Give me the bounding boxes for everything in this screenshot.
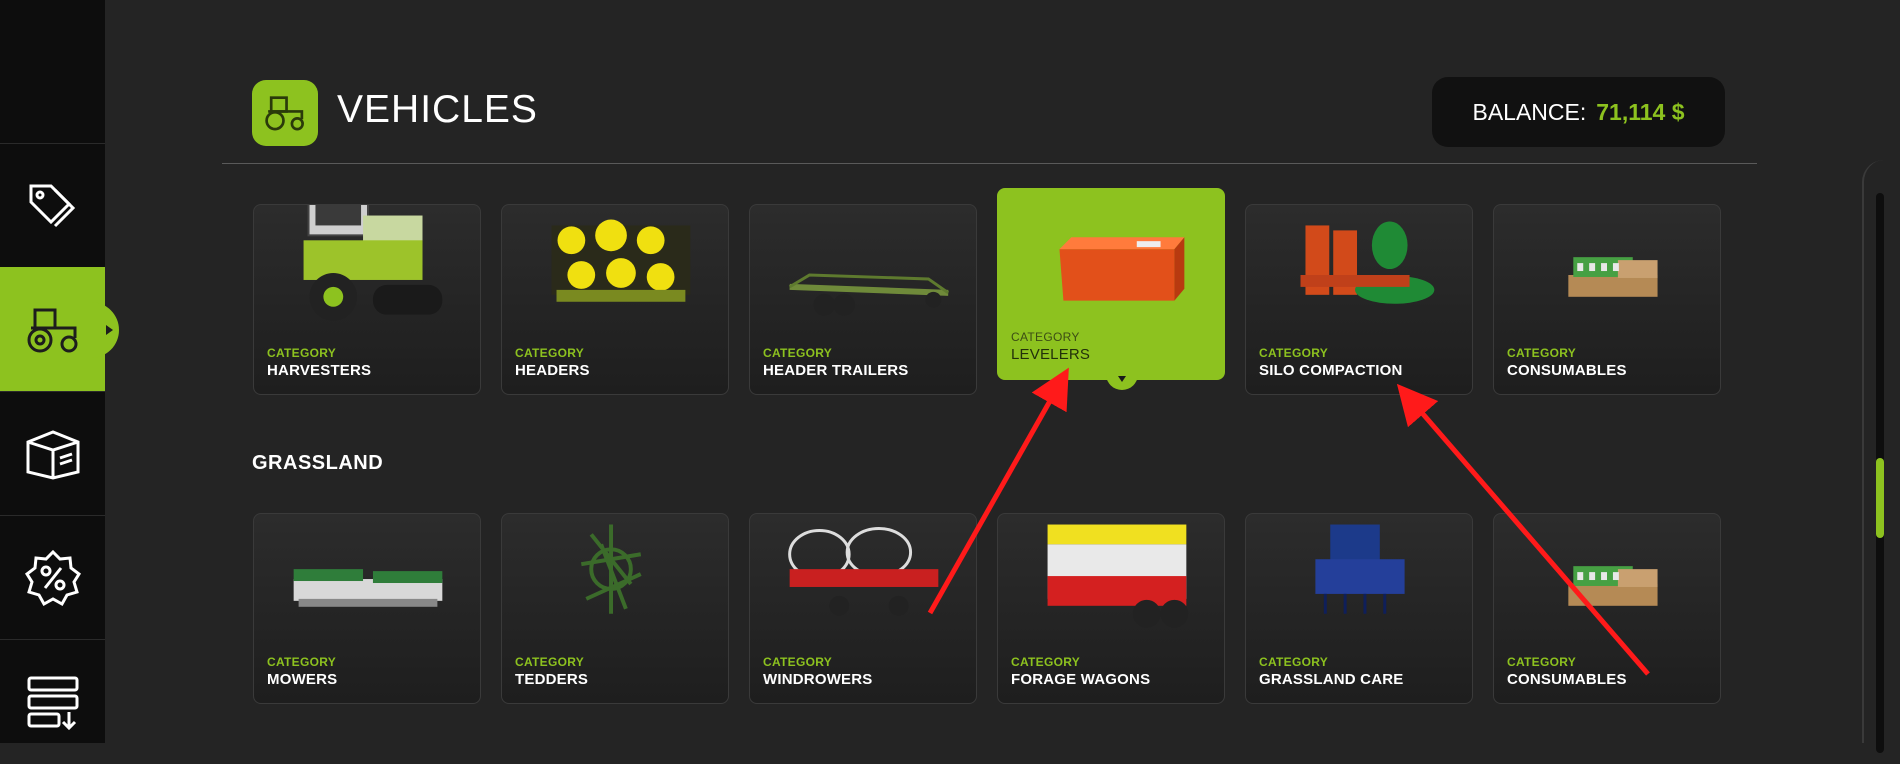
category-tile-tedders[interactable]: CATEGORY TEDDERS (501, 513, 729, 704)
tile-name: LEVELERS (1011, 346, 1091, 363)
tile-name: CONSUMABLES (1507, 362, 1627, 379)
leveler-image (1059, 237, 1185, 301)
tile-name: HEADERS (515, 362, 590, 379)
pallet-consumables-image (1568, 257, 1658, 297)
sidebar-item-vehicles[interactable] (0, 267, 119, 392)
tile-category-label: CATEGORY (515, 346, 585, 360)
header-divider (222, 163, 1757, 164)
tile-name: TEDDERS (515, 671, 589, 688)
balance-value: 71,114 $ (1596, 98, 1685, 125)
category-tile-grassland-care[interactable]: CATEGORY GRASSLAND CARE (1245, 513, 1473, 704)
sidebar-item-manage[interactable] (0, 639, 105, 764)
tile-category-label: CATEGORY (1507, 655, 1577, 669)
tile-name: CONSUMABLES (1507, 671, 1627, 688)
tile-category-label: CATEGORY (1011, 655, 1081, 669)
tedder-image (580, 524, 642, 614)
tile-name: HARVESTERS (267, 362, 372, 379)
category-tile-forage-wagons[interactable]: CATEGORY FORAGE WAGONS (997, 513, 1225, 704)
tractor-icon (27, 308, 77, 353)
grassland-care-image (1315, 524, 1405, 614)
tractor-icon (265, 96, 304, 131)
tile-name: HEADER TRAILERS (763, 362, 909, 379)
selected-indicator (1106, 372, 1138, 390)
tile-category-label: CATEGORY (1259, 346, 1329, 360)
windrower-image (788, 527, 939, 616)
tile-name: WINDROWERS (763, 671, 873, 688)
tile-category-label: CATEGORY (763, 655, 833, 669)
tile-name: MOWERS (267, 671, 338, 688)
tile-category-label: CATEGORY (267, 346, 337, 360)
category-tile-silo-compaction[interactable]: CATEGORY SILO COMPACTION (1245, 204, 1473, 395)
category-tile-consumables-grassland[interactable]: CATEGORY CONSUMABLES (1493, 513, 1721, 704)
page-title: VEHICLES (337, 88, 538, 131)
price-tags-icon (29, 184, 75, 228)
sidebar-item-prices[interactable] (0, 143, 105, 268)
balance-display: BALANCE: 71,114 $ (1432, 77, 1725, 147)
tile-category-label: CATEGORY (1011, 330, 1080, 344)
section-title-grassland: GRASSLAND (252, 452, 384, 474)
category-tile-consumables[interactable]: CATEGORY CONSUMABLES (1493, 204, 1721, 395)
pallet-consumables-image (1568, 566, 1658, 606)
harvester-image (303, 205, 443, 321)
category-tile-headers[interactable]: CATEGORY HEADERS (501, 204, 729, 395)
list-download-icon (27, 676, 78, 730)
sidebar-item-sales[interactable] (0, 515, 105, 640)
percent-badge-icon (24, 549, 81, 607)
tile-name: SILO COMPACTION (1259, 362, 1403, 379)
category-tile-windrowers[interactable]: CATEGORY WINDROWERS (749, 513, 977, 704)
silo-compactor-image (1300, 221, 1435, 304)
tile-category-label: CATEGORY (763, 346, 833, 360)
tile-category-label: CATEGORY (515, 655, 585, 669)
tile-category-label: CATEGORY (1259, 655, 1329, 669)
category-tile-harvesters[interactable]: CATEGORY HARVESTERS (253, 204, 481, 395)
caret-right-icon (106, 325, 113, 335)
sidebar (0, 0, 119, 743)
header-attachment-image (551, 219, 691, 302)
tile-category-label: CATEGORY (1507, 346, 1577, 360)
tile-name: FORAGE WAGONS (1011, 671, 1151, 688)
box-icon (26, 430, 79, 480)
forage-wagon-image (1047, 524, 1189, 628)
header-trailer-image (788, 273, 950, 316)
mower-image (293, 569, 443, 607)
category-tile-mowers[interactable]: CATEGORY MOWERS (253, 513, 481, 704)
tile-name: GRASSLAND CARE (1259, 671, 1404, 688)
category-tile-header-trailers[interactable]: CATEGORY HEADER TRAILERS (749, 204, 977, 395)
balance-label: BALANCE: (1472, 98, 1587, 125)
sidebar-item-shop[interactable] (0, 391, 105, 516)
scrollbar-thumb[interactable] (1876, 458, 1884, 538)
tile-category-label: CATEGORY (267, 655, 337, 669)
vehicles-header-icon (252, 80, 318, 146)
category-tile-levelers[interactable]: CATEGORY LEVELERS (997, 188, 1225, 390)
